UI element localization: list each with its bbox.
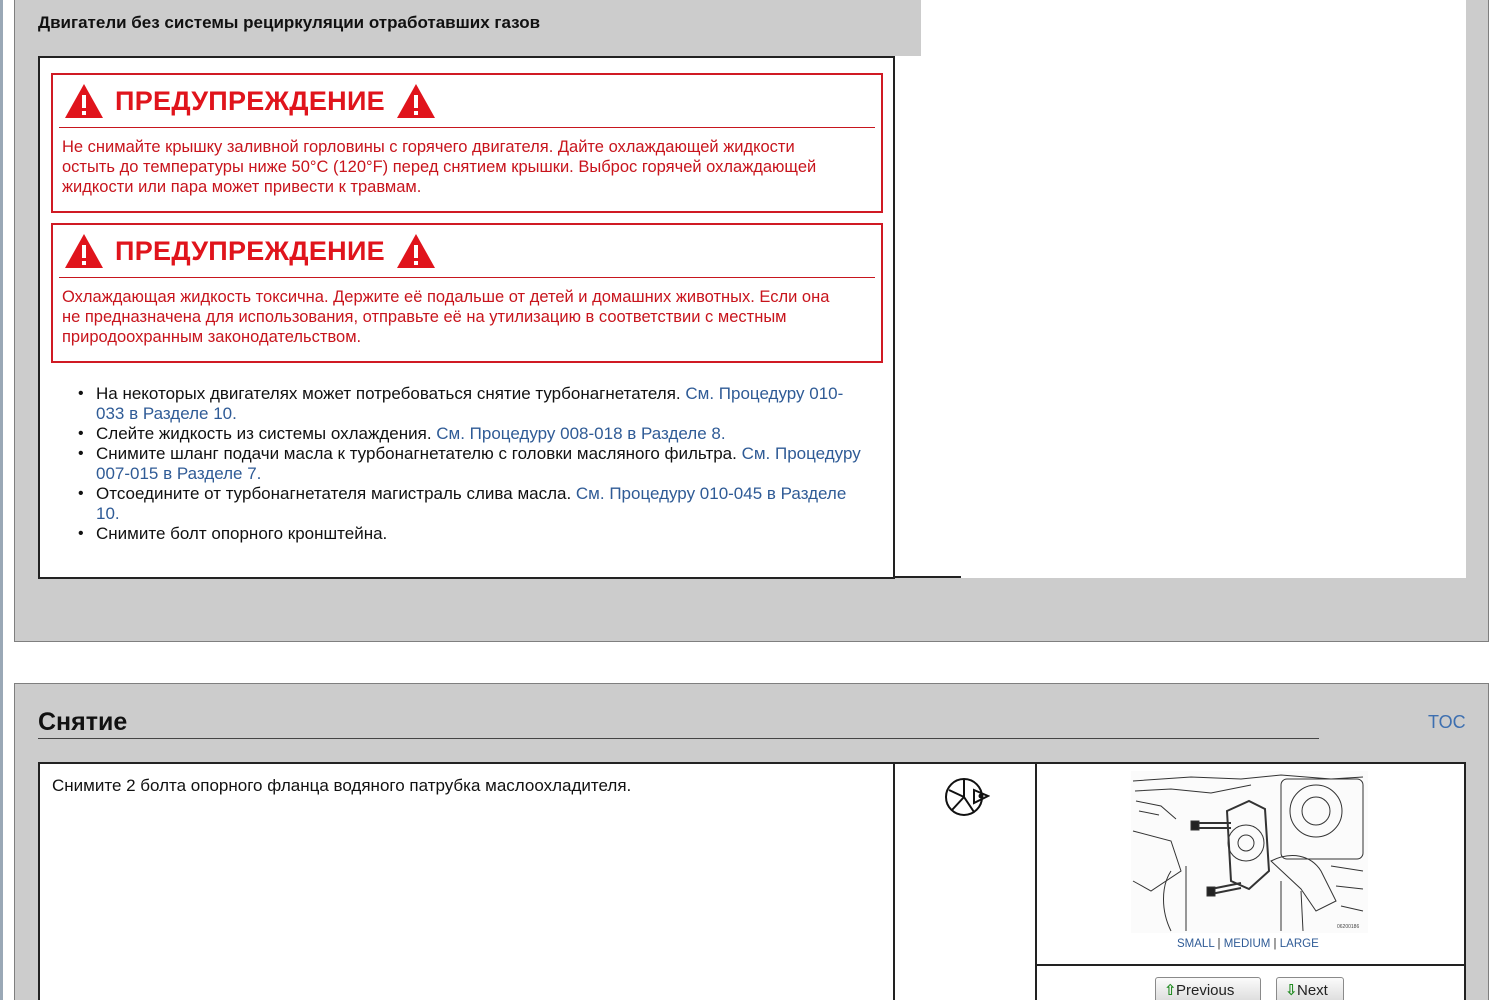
list-item: Снимите болт опорного кронштейна. <box>76 524 876 544</box>
warning-box: ПРЕДУПРЕЖДЕНИЕ Не снимайте крышку заливн… <box>51 73 883 213</box>
engine-diagram-image[interactable]: 06200186 <box>1131 771 1368 933</box>
arrow-up-icon: ⇧ <box>1164 982 1177 999</box>
procedure-link[interactable]: См. Процедуру <box>742 444 861 463</box>
previous-button-label: Previous <box>1176 982 1235 999</box>
list-item: На некоторых двигателях может потребоват… <box>76 384 876 424</box>
step-text: Слейте жидкость из системы охлаждения. <box>96 424 437 443</box>
procedure-link[interactable]: См. Процедуру 010-045 в Разделе <box>576 484 846 503</box>
figure-id: 06200186 <box>1337 924 1359 930</box>
warning-header: ПРЕДУПРЕЖДЕНИЕ <box>53 225 881 277</box>
warning-text: Не снимайте крышку заливной горловины с … <box>53 128 881 197</box>
section-frame-right <box>1466 0 1489 580</box>
warning-text-line: остыть до температуры ниже 50°C (120°F) … <box>62 158 817 176</box>
column-divider-bottom <box>893 576 961 578</box>
title-underline <box>38 738 1319 739</box>
step-text: Отсоедините от турбонагнетателя магистра… <box>96 484 576 503</box>
warning-text: Охлаждающая жидкость токсична. Держите е… <box>53 278 881 347</box>
column-divider <box>893 762 895 1000</box>
warning-text-line: жидкости или пара может привести к травм… <box>62 178 422 196</box>
small-size-link[interactable]: SMALL <box>1177 938 1214 950</box>
warning-title: ПРЕДУПРЕЖДЕНИЕ <box>115 85 385 116</box>
step-list: На некоторых двигателях может потребоват… <box>76 384 876 544</box>
warning-header: ПРЕДУПРЕЖДЕНИЕ <box>53 75 881 127</box>
medium-size-link[interactable]: MEDIUM <box>1224 938 1271 950</box>
procedure-link[interactable]: 10. <box>96 504 120 523</box>
separator: | <box>1273 938 1277 950</box>
section-heading: Двигатели без системы рециркуляции отраб… <box>38 13 541 32</box>
warning-text-line: Охлаждающая жидкость токсична. Держите е… <box>62 288 830 306</box>
section-frame-bottom <box>14 578 1489 642</box>
list-item: Отсоедините от турбонагнетателя магистра… <box>76 484 876 524</box>
column-divider <box>893 56 895 579</box>
step-text: На некоторых двигателях может потребоват… <box>96 384 686 403</box>
warning-triangle-icon <box>396 234 435 268</box>
next-button[interactable]: ⇩ Next <box>1276 977 1344 1000</box>
list-item: Снимите шланг подачи масла к турбонагнет… <box>76 444 876 484</box>
list-item: Слейте жидкость из системы охлаждения. С… <box>76 424 876 444</box>
warning-box: ПРЕДУПРЕЖДЕНИЕ Охлаждающая жидкость токс… <box>51 223 883 363</box>
section-title: Снятие <box>38 708 128 736</box>
image-divider <box>1036 964 1466 966</box>
step-text: Снимите болт опорного кронштейна. <box>96 524 388 543</box>
warning-text-line: не предназначена для использования, отпр… <box>62 308 787 326</box>
warning-triangle-icon <box>396 84 435 118</box>
procedure-link[interactable]: 033 в Разделе 10. <box>96 404 237 423</box>
section-frame-left <box>14 56 39 642</box>
previous-button[interactable]: ⇧ Previous <box>1155 977 1261 1000</box>
large-size-link[interactable]: LARGE <box>1280 938 1319 950</box>
wrench-socket-icon <box>945 778 990 816</box>
warning-triangle-icon <box>65 234 103 268</box>
next-button-label: Next <box>1297 982 1328 999</box>
arrow-down-icon: ⇩ <box>1285 982 1298 999</box>
toc-link[interactable]: TOC <box>1428 712 1466 733</box>
warning-text-line: Не снимайте крышку заливной горловины с … <box>62 138 795 156</box>
procedure-link[interactable]: См. Процедуру 008-018 в Разделе 8. <box>436 424 725 443</box>
step-text: Снимите шланг подачи масла к турбонагнет… <box>96 444 742 463</box>
warning-triangle-icon <box>65 84 103 118</box>
procedure-link[interactable]: См. Процедуру 010- <box>685 384 843 403</box>
image-size-links: SMALL | MEDIUM | LARGE <box>1177 938 1319 950</box>
step-instruction: Снимите 2 болта опорного фланца водяного… <box>52 776 632 795</box>
warning-title: ПРЕДУПРЕЖДЕНИЕ <box>115 235 385 266</box>
window-left-border <box>0 0 3 1000</box>
procedure-link[interactable]: 007-015 в Разделе 7. <box>96 464 261 483</box>
separator: | <box>1217 938 1221 950</box>
warning-text-line: природоохранным законодательством. <box>62 328 362 346</box>
